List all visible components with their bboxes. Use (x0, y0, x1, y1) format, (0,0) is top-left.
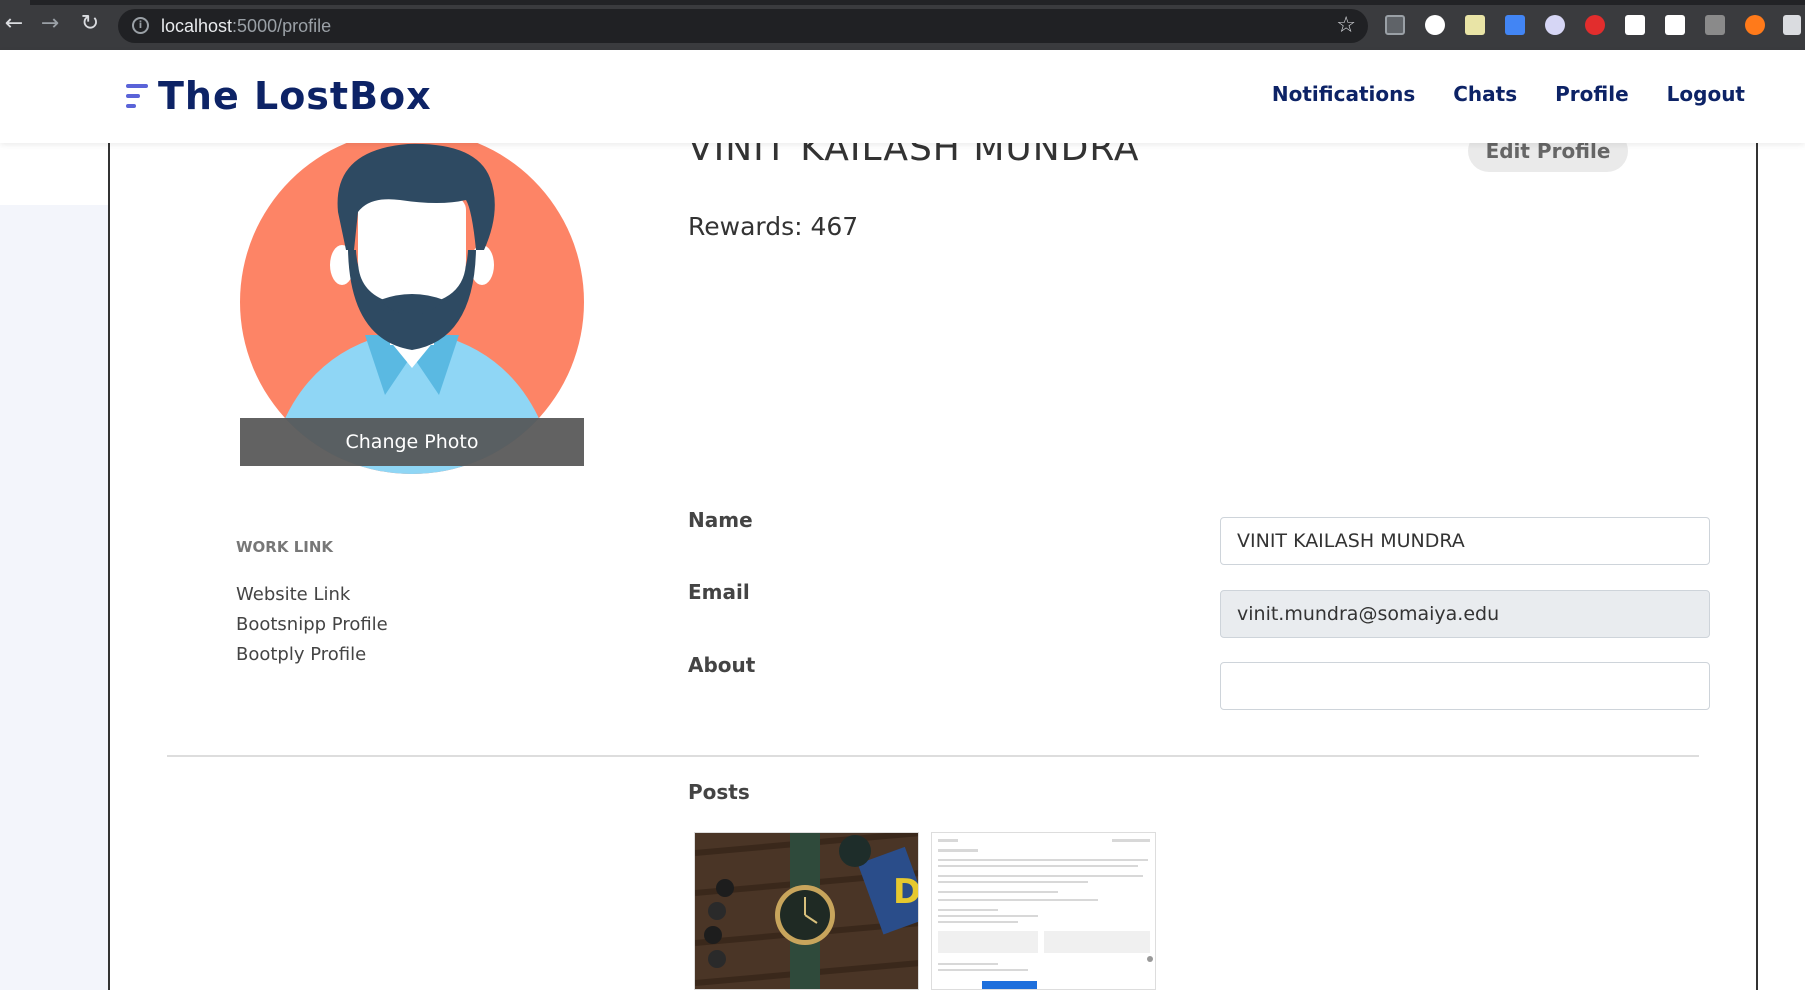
document-screenshot (932, 833, 1155, 989)
reload-icon[interactable]: ↻ (78, 12, 102, 36)
puzzle-icon[interactable] (1783, 15, 1801, 35)
nav-notifications[interactable]: Notifications (1272, 82, 1415, 106)
name-label: Name (688, 508, 753, 532)
work-links-list: Website Link Bootsnipp Profile Bootply P… (236, 580, 388, 670)
tab-strip (30, 0, 1805, 5)
svg-text:D: D (893, 872, 919, 912)
bookmark-star-icon[interactable]: ☆ (1336, 13, 1356, 38)
work-link-heading: WORK LINK (236, 538, 334, 556)
watch-photo: D (695, 833, 919, 989)
about-field[interactable] (1220, 662, 1710, 710)
bootsnipp-profile-link[interactable]: Bootsnipp Profile (236, 610, 388, 640)
address-bar[interactable]: i localhost:5000/profile ☆ (118, 9, 1368, 43)
nav-chats[interactable]: Chats (1453, 82, 1517, 106)
post-thumbnail[interactable]: D (694, 832, 919, 990)
extension-icon[interactable] (1625, 15, 1645, 35)
extension-icon[interactable] (1465, 15, 1485, 35)
info-icon[interactable]: i (132, 17, 149, 34)
brand-logo[interactable]: The LostBox (122, 74, 432, 118)
extension-icon[interactable] (1425, 15, 1445, 35)
about-label: About (688, 653, 756, 677)
section-divider (167, 755, 1699, 757)
page-side-strip (0, 205, 108, 990)
nav-profile[interactable]: Profile (1555, 82, 1629, 106)
extension-icon[interactable] (1705, 15, 1725, 35)
change-photo-button[interactable]: Change Photo (240, 418, 584, 466)
url-text[interactable]: localhost:5000/profile (161, 16, 331, 37)
post-thumbnail[interactable] (931, 832, 1156, 990)
browser-toolbar: ← → ↻ i localhost:5000/profile ☆ (0, 0, 1805, 50)
menu-lines-icon (122, 78, 148, 114)
app-navbar: The LostBox Notifications Chats Profile … (0, 50, 1805, 143)
email-label: Email (688, 580, 750, 604)
nav-logout[interactable]: Logout (1667, 82, 1745, 106)
extension-icon[interactable] (1745, 15, 1765, 35)
url-path: :5000/profile (232, 16, 332, 36)
email-field[interactable] (1220, 590, 1710, 638)
nav-links: Notifications Chats Profile Logout (1272, 82, 1745, 106)
extension-icon[interactable] (1585, 15, 1605, 35)
brand-name: The LostBox (158, 74, 432, 118)
website-link[interactable]: Website Link (236, 580, 388, 610)
bootply-profile-link[interactable]: Bootply Profile (236, 640, 388, 670)
extension-icon[interactable] (1385, 15, 1405, 35)
rewards-text: Rewards: 467 (688, 212, 859, 241)
back-arrow-icon[interactable]: ← (2, 12, 26, 36)
translate-extension-icon[interactable] (1505, 15, 1525, 35)
extension-icon[interactable] (1665, 15, 1685, 35)
posts-heading: Posts (688, 780, 750, 804)
forward-arrow-icon[interactable]: → (38, 12, 62, 36)
name-field[interactable] (1220, 517, 1710, 565)
url-host: localhost (161, 16, 233, 36)
extension-icon[interactable] (1545, 15, 1565, 35)
